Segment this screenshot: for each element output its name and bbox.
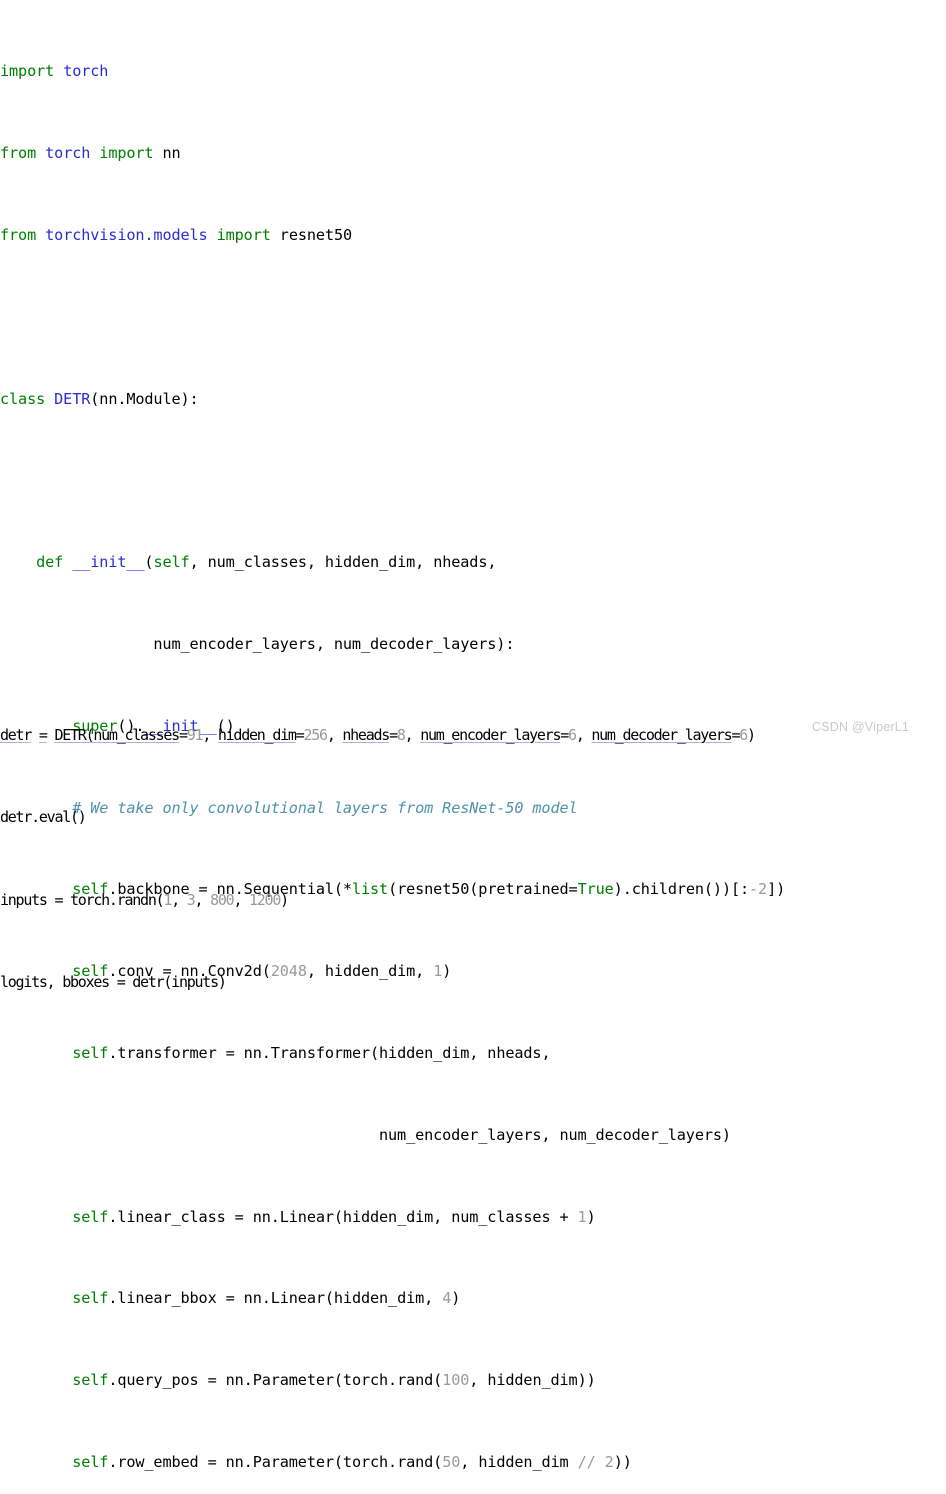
code-line-3: from torchvision.models import resnet50 [0, 225, 352, 244]
code-line-8: num_encoder_layers, num_decoder_layers): [0, 634, 515, 653]
code-line-14: num_encoder_layers, num_decoder_layers) [0, 1125, 731, 1144]
code-line-15: self.linear_class = nn.Linear(hidden_dim… [72, 1207, 596, 1226]
code-screenshot: import torch from torch import nn from t… [0, 0, 946, 1471]
code-line-6-blank [0, 470, 946, 490]
code-line-16: self.linear_bbox = nn.Linear(hidden_dim,… [72, 1289, 461, 1308]
code-line-2: from torch import nn [0, 144, 181, 163]
code-line-18: self.row_embed = nn.Parameter(torch.rand… [72, 1452, 632, 1471]
code-line-1: import torch [0, 62, 109, 81]
code-line-5: class DETR(nn.Module): [0, 389, 199, 408]
tail-line-3: inputs = torch.randn(1, 3, 800, 1200) [0, 890, 289, 909]
tail-line-1: detr = DETR(num_classes=91, hidden_dim=2… [0, 725, 756, 744]
tail-code-block: detr = DETR(num_classes=91, hidden_dim=2… [0, 663, 946, 1054]
tail-line-4: logits, bboxes = detr(inputs) [0, 972, 227, 991]
code-line-7: def __init__(self, num_classes, hidden_d… [36, 553, 497, 572]
code-line-4-blank [0, 307, 946, 327]
tail-line-2: detr.eval() [0, 808, 87, 827]
code-line-17: self.query_pos = nn.Parameter(torch.rand… [72, 1371, 596, 1390]
watermark: CSDN @ViperL1 [812, 720, 910, 734]
